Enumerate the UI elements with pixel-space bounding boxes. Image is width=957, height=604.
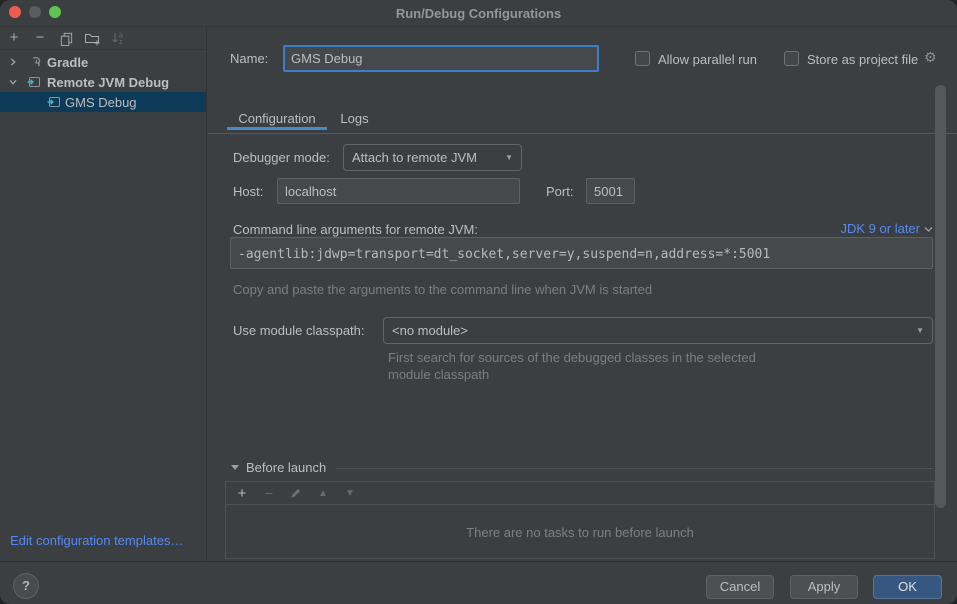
jdk-version-select[interactable]: JDK 9 or later bbox=[841, 221, 933, 236]
ok-button[interactable]: OK bbox=[873, 575, 942, 599]
before-launch-collapse-toggle[interactable] bbox=[230, 463, 240, 472]
plus-icon: + bbox=[238, 485, 247, 502]
tree-item-gradle[interactable]: Gradle bbox=[0, 52, 206, 72]
move-task-down-button[interactable]: ▼ bbox=[343, 488, 357, 499]
configuration-editor-panel: Name: Allow parallel run Store as projec… bbox=[208, 27, 957, 561]
sidebar-toolbar: + − az bbox=[0, 27, 206, 50]
tree-item-label: Gradle bbox=[47, 55, 88, 70]
remove-task-button[interactable]: − bbox=[262, 485, 276, 501]
pencil-icon bbox=[289, 487, 302, 500]
sort-alphabetically-icon: az bbox=[110, 30, 126, 46]
triangle-down-icon bbox=[230, 463, 240, 472]
chevron-down-icon[interactable] bbox=[6, 76, 20, 88]
chevron-right-icon[interactable] bbox=[6, 56, 20, 68]
store-options-gear-icon[interactable]: ⚙ bbox=[924, 50, 937, 66]
dropdown-arrow-icon: ▼ bbox=[505, 153, 513, 162]
minus-icon: − bbox=[265, 485, 273, 501]
allow-parallel-run-label[interactable]: Allow parallel run bbox=[658, 52, 757, 67]
configurations-sidebar: + − az Gradle bbox=[0, 27, 207, 561]
remote-jvm-icon bbox=[46, 94, 62, 110]
vertical-scrollbar[interactable] bbox=[935, 85, 946, 508]
help-button[interactable]: ? bbox=[13, 573, 39, 599]
run-debug-configurations-dialog: Run/Debug Configurations + − az bbox=[0, 0, 957, 604]
debugger-mode-label: Debugger mode: bbox=[233, 150, 330, 165]
edit-task-button[interactable] bbox=[289, 487, 303, 500]
add-configuration-button[interactable]: + bbox=[6, 30, 22, 46]
allow-parallel-run-checkbox[interactable] bbox=[635, 51, 650, 66]
debugger-mode-select[interactable]: Attach to remote JVM ▼ bbox=[343, 144, 522, 171]
tree-item-label: Remote JVM Debug bbox=[47, 75, 169, 90]
remove-configuration-button[interactable]: − bbox=[32, 30, 48, 46]
cancel-button[interactable]: Cancel bbox=[706, 575, 774, 599]
port-label: Port: bbox=[546, 184, 573, 199]
tabs-separator bbox=[208, 133, 957, 134]
tree-item-label: GMS Debug bbox=[65, 95, 137, 110]
host-input[interactable] bbox=[277, 178, 520, 204]
configurations-tree: Gradle Remote JVM Debug GMS Debug bbox=[0, 50, 206, 112]
new-folder-icon bbox=[84, 30, 100, 46]
remote-jvm-icon bbox=[26, 74, 42, 90]
copy-configuration-button[interactable] bbox=[58, 30, 74, 46]
title-bar: Run/Debug Configurations bbox=[0, 0, 957, 27]
minus-icon: − bbox=[36, 30, 45, 46]
before-launch-separator bbox=[336, 468, 933, 469]
module-classpath-value: <no module> bbox=[392, 323, 468, 338]
active-tab-underline bbox=[227, 127, 327, 130]
port-input[interactable] bbox=[586, 178, 635, 204]
tree-item-gms-debug[interactable]: GMS Debug bbox=[0, 92, 206, 112]
plus-icon: + bbox=[10, 30, 19, 46]
module-classpath-select[interactable]: <no module> ▼ bbox=[383, 317, 933, 344]
tree-item-remote-jvm-debug[interactable]: Remote JVM Debug bbox=[0, 72, 206, 92]
before-launch-panel: + − ▲ ▼ There are no tasks to run before… bbox=[225, 481, 935, 559]
cmdline-hint: Copy and paste the arguments to the comm… bbox=[233, 282, 652, 297]
module-classpath-hint-line2: module classpath bbox=[388, 367, 489, 382]
copy-icon bbox=[59, 31, 74, 46]
before-launch-toolbar: + − ▲ ▼ bbox=[226, 482, 934, 505]
tab-logs[interactable]: Logs bbox=[327, 104, 382, 133]
module-classpath-label: Use module classpath: bbox=[233, 323, 365, 338]
dialog-footer: ? Cancel Apply OK bbox=[0, 561, 957, 604]
name-label: Name: bbox=[230, 51, 268, 66]
host-label: Host: bbox=[233, 184, 263, 199]
dropdown-arrow-icon: ▼ bbox=[916, 326, 924, 335]
sort-configurations-button[interactable]: az bbox=[110, 30, 126, 46]
store-as-project-file-label[interactable]: Store as project file bbox=[807, 52, 918, 67]
triangle-down-icon: ▼ bbox=[345, 488, 355, 499]
add-task-button[interactable]: + bbox=[235, 485, 249, 502]
before-launch-empty-text: There are no tasks to run before launch bbox=[226, 505, 934, 559]
move-task-up-button[interactable]: ▲ bbox=[316, 488, 330, 499]
window-title: Run/Debug Configurations bbox=[0, 0, 957, 27]
jdk-version-value: JDK 9 or later bbox=[841, 221, 920, 236]
module-classpath-hint-line1: First search for sources of the debugged… bbox=[388, 350, 756, 365]
cmdline-arguments-label: Command line arguments for remote JVM: bbox=[233, 222, 478, 237]
debugger-mode-value: Attach to remote JVM bbox=[352, 150, 477, 165]
new-folder-button[interactable] bbox=[84, 30, 100, 46]
store-as-project-file-checkbox[interactable] bbox=[784, 51, 799, 66]
triangle-up-icon: ▲ bbox=[318, 488, 328, 499]
before-launch-label: Before launch bbox=[246, 460, 326, 475]
cmdline-arguments-input[interactable] bbox=[230, 237, 933, 269]
chevron-down-icon bbox=[924, 225, 933, 233]
edit-configuration-templates-link[interactable]: Edit configuration templates… bbox=[10, 533, 183, 548]
svg-text:z: z bbox=[119, 39, 123, 46]
apply-button[interactable]: Apply bbox=[790, 575, 858, 599]
name-input[interactable] bbox=[283, 45, 599, 72]
gradle-icon bbox=[26, 54, 42, 70]
